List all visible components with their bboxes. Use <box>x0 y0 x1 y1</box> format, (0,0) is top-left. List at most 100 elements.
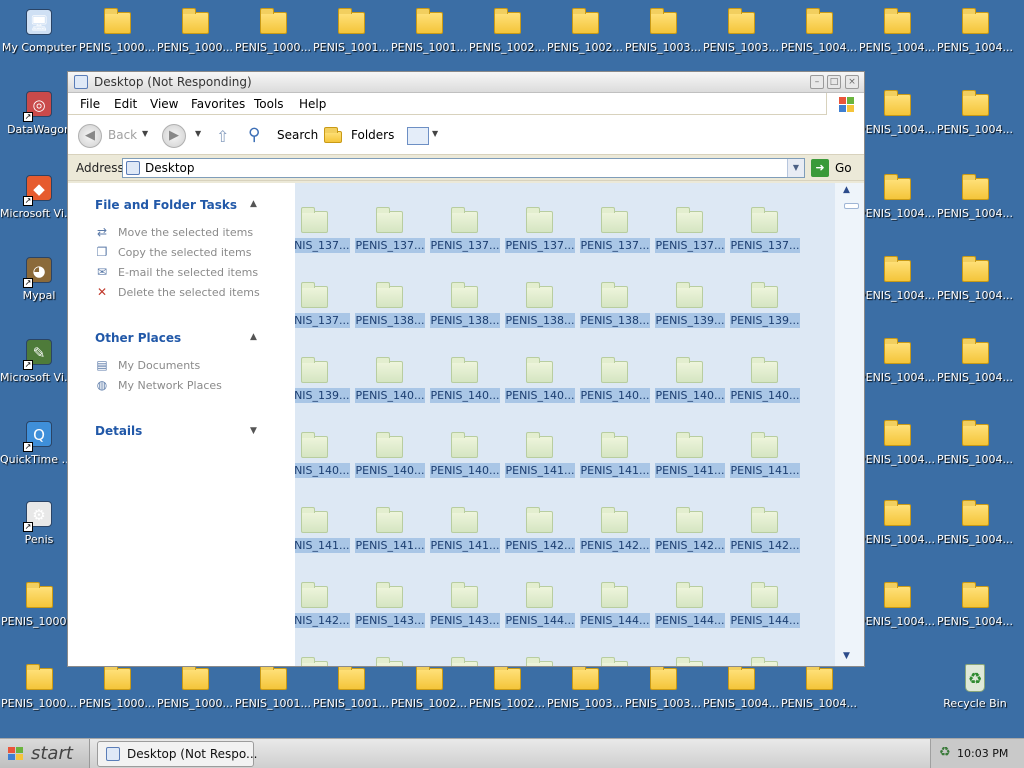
selected-folder-item[interactable]: PENIS_141... <box>728 408 802 478</box>
selected-folder-item[interactable]: PENIS_137... <box>353 183 427 253</box>
selected-folder-item[interactable]: PENIS_144... <box>503 558 577 628</box>
selected-folder-item[interactable]: PENIS_141... <box>295 483 352 553</box>
selected-folder-item[interactable]: PENIS_141... <box>503 408 577 478</box>
desktop-folder[interactable]: PENIS_1001... <box>312 2 390 78</box>
other-places-title[interactable]: Other Places <box>95 331 181 345</box>
selected-folder-item[interactable]: PENIS_137... <box>503 183 577 253</box>
selected-folder-item[interactable]: PENIS_137... <box>295 183 352 253</box>
address-dropdown-icon[interactable]: ▼ <box>787 159 804 177</box>
selected-folder-item[interactable]: PENIS_140... <box>503 333 577 403</box>
partial-folder-item[interactable] <box>353 633 427 666</box>
desktop-folder[interactable]: PENIS_1004... <box>858 576 936 652</box>
maximize-button[interactable]: □ <box>827 75 841 89</box>
taskbar-window-button[interactable]: Desktop (Not Respo... <box>97 741 257 767</box>
desktop-folder[interactable]: PENIS_1000... <box>156 658 234 734</box>
menu-favorites[interactable]: Favorites <box>191 97 245 111</box>
details-title[interactable]: Details <box>95 424 142 438</box>
expand-down-icon[interactable]: ▼ <box>250 426 257 436</box>
selected-folder-item[interactable]: PENIS_138... <box>428 258 502 328</box>
desktop-folder[interactable]: PENIS_1004... <box>936 414 1014 490</box>
desktop-folder[interactable]: PENIS_1003... <box>546 658 624 734</box>
selected-folder-item[interactable]: PENIS_144... <box>578 558 652 628</box>
selected-folder-item[interactable]: PENIS_144... <box>653 558 727 628</box>
views-dropdown-icon[interactable]: ▼ <box>432 129 438 138</box>
selected-folder-item[interactable]: PENIS_143... <box>428 558 502 628</box>
desktop-folder[interactable]: PENIS_1000... <box>78 2 156 78</box>
partial-folder-item[interactable] <box>428 633 502 666</box>
selected-folder-item[interactable]: PENIS_142... <box>295 558 352 628</box>
partial-folder-item[interactable] <box>578 633 652 666</box>
selected-folder-item[interactable]: PENIS_139... <box>728 258 802 328</box>
forward-arrow-icon[interactable]: ▶ <box>162 124 186 148</box>
folder-view[interactable]: PENIS_137... PENIS_137... PENIS_137... PENI… <box>295 183 835 666</box>
selected-folder-item[interactable]: PENIS_137... <box>653 183 727 253</box>
file-folder-tasks-title[interactable]: File and Folder Tasks <box>95 198 237 212</box>
desktop-folder[interactable]: PENIS_1000... <box>234 2 312 78</box>
selected-folder-item[interactable]: PENIS_140... <box>353 408 427 478</box>
vertical-scrollbar[interactable]: ▲ ▼ <box>835 183 864 666</box>
desktop-folder[interactable]: PENIS_1003... <box>624 2 702 78</box>
task-link[interactable]: ▤ My Documents <box>94 357 284 375</box>
selected-folder-item[interactable]: PENIS_141... <box>353 483 427 553</box>
partial-folder-item[interactable] <box>653 633 727 666</box>
partial-folder-item[interactable] <box>728 633 802 666</box>
go-button[interactable]: ➜ Go <box>811 159 859 177</box>
recycle-bin[interactable]: ♻ Recycle Bin <box>936 658 1014 734</box>
desktop-folder[interactable]: PENIS_1001... <box>234 658 312 734</box>
desktop-folder[interactable]: PENIS_1002... <box>546 2 624 78</box>
desktop-folder[interactable]: PENIS_1004... <box>936 332 1014 408</box>
selected-folder-item[interactable]: PENIS_142... <box>728 483 802 553</box>
task-link[interactable]: ✉ E-mail the selected items <box>94 264 284 282</box>
selected-folder-item[interactable]: PENIS_141... <box>578 408 652 478</box>
selected-folder-item[interactable]: PENIS_139... <box>295 333 352 403</box>
selected-folder-item[interactable]: PENIS_140... <box>428 333 502 403</box>
selected-folder-item[interactable]: PENIS_138... <box>578 258 652 328</box>
menu-help[interactable]: Help <box>299 97 326 111</box>
up-folder-icon[interactable]: ⇧ <box>216 127 229 146</box>
desktop-folder[interactable]: PENIS_1004... <box>858 84 936 160</box>
selected-folder-item[interactable]: PENIS_140... <box>353 333 427 403</box>
desktop-folder[interactable]: PENIS_1004... <box>936 84 1014 160</box>
selected-folder-item[interactable]: PENIS_137... <box>295 258 352 328</box>
scroll-up-icon[interactable]: ▲ <box>843 185 850 195</box>
desktop-folder[interactable]: PENIS_1004... <box>780 2 858 78</box>
menu-view[interactable]: View <box>150 97 178 111</box>
partial-folder-item[interactable] <box>295 633 352 666</box>
start-button[interactable]: start <box>0 739 90 768</box>
menu-tools[interactable]: Tools <box>254 97 284 111</box>
back-dropdown-icon[interactable]: ▼ <box>142 129 148 138</box>
desktop-icon[interactable]: PENIS_1000... <box>0 658 78 734</box>
title-bar[interactable]: Desktop (Not Responding) – □ × <box>68 72 864 93</box>
clock[interactable]: 10:03 PM <box>957 747 1008 760</box>
desktop-folder[interactable]: PENIS_1002... <box>468 658 546 734</box>
selected-folder-item[interactable]: PENIS_142... <box>578 483 652 553</box>
desktop-folder[interactable]: PENIS_1004... <box>780 658 858 734</box>
selected-folder-item[interactable]: PENIS_139... <box>653 258 727 328</box>
desktop-folder[interactable]: PENIS_1004... <box>936 2 1014 78</box>
selected-folder-item[interactable]: PENIS_137... <box>578 183 652 253</box>
desktop-folder[interactable]: PENIS_1004... <box>936 494 1014 570</box>
desktop-folder[interactable]: PENIS_1004... <box>858 332 936 408</box>
selected-folder-item[interactable]: PENIS_142... <box>503 483 577 553</box>
desktop-folder[interactable]: PENIS_1004... <box>702 658 780 734</box>
task-link[interactable]: ❐ Copy the selected items <box>94 244 284 262</box>
desktop-folder[interactable]: PENIS_1000... <box>156 2 234 78</box>
menu-edit[interactable]: Edit <box>114 97 137 111</box>
selected-folder-item[interactable]: PENIS_141... <box>428 483 502 553</box>
scroll-thumb[interactable] <box>844 203 859 209</box>
address-input[interactable]: Desktop ▼ <box>122 158 805 178</box>
desktop-folder[interactable]: PENIS_1004... <box>858 250 936 326</box>
explorer-window[interactable]: Desktop (Not Responding) – □ × File Edit… <box>67 71 865 667</box>
scroll-down-icon[interactable]: ▼ <box>843 651 850 661</box>
selected-folder-item[interactable]: PENIS_138... <box>503 258 577 328</box>
selected-folder-item[interactable]: PENIS_143... <box>353 558 427 628</box>
folders-button[interactable]: Folders <box>351 128 394 142</box>
minimize-button[interactable]: – <box>810 75 824 89</box>
desktop-folder[interactable]: PENIS_1004... <box>858 414 936 490</box>
desktop-folder[interactable]: PENIS_1002... <box>468 2 546 78</box>
desktop-folder[interactable]: PENIS_1004... <box>936 168 1014 244</box>
desktop-folder[interactable]: PENIS_1004... <box>858 168 936 244</box>
desktop-folder[interactable]: PENIS_1003... <box>702 2 780 78</box>
menu-file[interactable]: File <box>80 97 100 111</box>
selected-folder-item[interactable]: PENIS_144... <box>728 558 802 628</box>
